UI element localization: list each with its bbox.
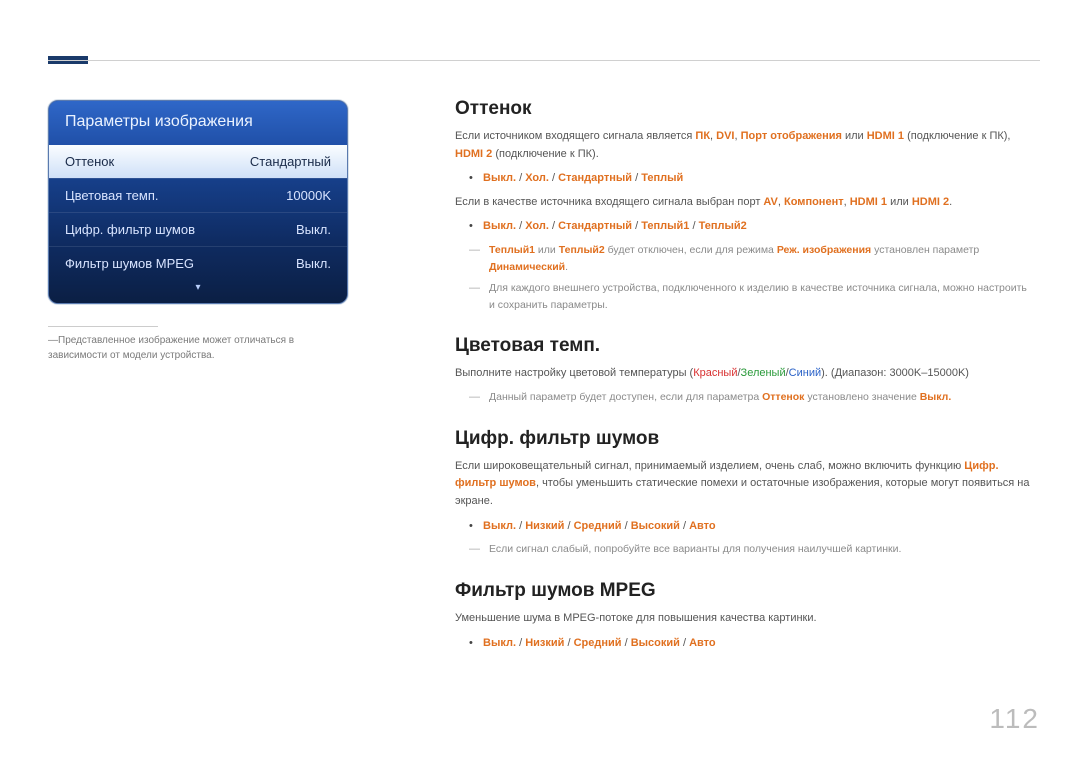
osd-row-value: 10000K <box>286 188 331 203</box>
list-item: Если сигнал слабый, попробуйте все вариа… <box>469 541 1035 558</box>
dnr-options: Выкл. / Низкий / Средний / Высокий / Авт… <box>469 517 1035 536</box>
osd-row-mpeg[interactable]: Фильтр шумов MPEG Выкл. <box>49 246 347 280</box>
osd-row-value: Выкл. <box>296 222 331 237</box>
osd-row-tone[interactable]: Оттенок Стандартный <box>49 145 347 178</box>
dnr-para: Если широковещательный сигнал, принимаем… <box>455 458 1035 511</box>
page-number: 112 <box>989 703 1040 735</box>
chevron-down-icon[interactable]: ▾ <box>49 280 347 299</box>
footnote-dash: ― <box>48 333 58 348</box>
list-item: Для каждого внешнего устройства, подключ… <box>469 280 1035 314</box>
tone-options-2: Выкл. / Хол. / Стандартный / Теплый1 / Т… <box>469 217 1035 236</box>
tone-notes: Теплый1 или Теплый2 будет отключен, если… <box>469 242 1035 313</box>
osd-row-label: Фильтр шумов MPEG <box>65 256 194 271</box>
list-item: Данный параметр будет доступен, если для… <box>469 389 1035 406</box>
left-column: Параметры изображения Оттенок Стандартны… <box>48 100 348 363</box>
section-title-mpeg: Фильтр шумов MPEG <box>455 580 1035 602</box>
mpeg-para: Уменьшение шума в MPEG-потоке для повыше… <box>455 610 1035 628</box>
list-item: Теплый1 или Теплый2 будет отключен, если… <box>469 242 1035 276</box>
footnote-text: Представленное изображение может отличат… <box>48 335 294 361</box>
colortemp-notes: Данный параметр будет доступен, если для… <box>469 389 1035 406</box>
osd-row-label: Цветовая темп. <box>65 188 158 203</box>
osd-panel: Параметры изображения Оттенок Стандартны… <box>48 100 348 304</box>
osd-row-colortemp[interactable]: Цветовая темп. 10000K <box>49 178 347 212</box>
section-title-colortemp: Цветовая темп. <box>455 335 1035 357</box>
mpeg-options: Выкл. / Низкий / Средний / Высокий / Авт… <box>469 634 1035 653</box>
osd-row-value: Стандартный <box>250 154 331 169</box>
dnr-notes: Если сигнал слабый, попробуйте все вариа… <box>469 541 1035 558</box>
list-item: Выкл. / Хол. / Стандартный / Теплый1 / Т… <box>469 217 1035 236</box>
header-rule <box>48 60 1040 61</box>
section-tone: Оттенок Если источником входящего сигнал… <box>455 98 1035 313</box>
section-mpeg: Фильтр шумов MPEG Уменьшение шума в MPEG… <box>455 580 1035 652</box>
osd-row-value: Выкл. <box>296 256 331 271</box>
section-dnr: Цифр. фильтр шумов Если широковещательны… <box>455 428 1035 558</box>
colortemp-para: Выполните настройку цветовой температуры… <box>455 365 1035 383</box>
list-item: Выкл. / Низкий / Средний / Высокий / Авт… <box>469 634 1035 653</box>
osd-body: Оттенок Стандартный Цветовая темп. 10000… <box>49 145 347 303</box>
footnote-separator <box>48 326 158 327</box>
list-item: Выкл. / Хол. / Стандартный / Теплый <box>469 169 1035 188</box>
content-column: Оттенок Если источником входящего сигнал… <box>455 98 1035 674</box>
tone-para-2: Если в качестве источника входящего сигн… <box>455 194 1035 212</box>
section-title-dnr: Цифр. фильтр шумов <box>455 428 1035 450</box>
section-colortemp: Цветовая темп. Выполните настройку цвето… <box>455 335 1035 405</box>
osd-title: Параметры изображения <box>49 101 347 145</box>
osd-row-label: Цифр. фильтр шумов <box>65 222 195 237</box>
footnote: ―Представленное изображение может отлича… <box>48 333 348 363</box>
section-title-tone: Оттенок <box>455 98 1035 120</box>
osd-row-dnr[interactable]: Цифр. фильтр шумов Выкл. <box>49 212 347 246</box>
tone-para-1: Если источником входящего сигнала являет… <box>455 128 1035 163</box>
list-item: Выкл. / Низкий / Средний / Высокий / Авт… <box>469 517 1035 536</box>
osd-row-label: Оттенок <box>65 154 114 169</box>
tone-options-1: Выкл. / Хол. / Стандартный / Теплый <box>469 169 1035 188</box>
